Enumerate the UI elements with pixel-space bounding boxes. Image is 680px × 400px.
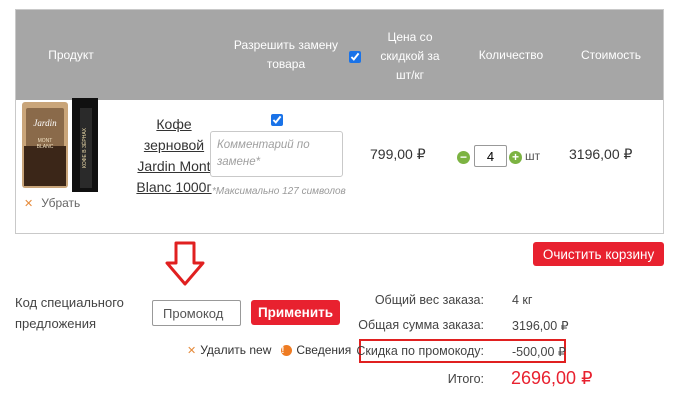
summary-discount-value: -500,00 ₽ bbox=[512, 345, 566, 359]
quantity-unit: шт bbox=[525, 149, 541, 163]
promo-actions: ✕ Удалить new ! Сведения bbox=[187, 343, 351, 357]
header-replace-line1: Разрешить замену bbox=[233, 38, 339, 52]
package-coffee-beans bbox=[24, 146, 66, 186]
remove-x-icon: ✕ bbox=[24, 197, 34, 210]
item-cost: 3196,00 ₽ bbox=[569, 146, 633, 162]
quantity-plus-button[interactable]: + bbox=[509, 151, 522, 164]
header-quantity: Количество bbox=[478, 48, 544, 62]
package-brand: Jardin bbox=[33, 118, 57, 128]
summary-sum-label: Общая сумма заказа: bbox=[358, 318, 484, 332]
delete-promo-link[interactable]: ✕ Удалить new bbox=[187, 343, 271, 357]
replace-all-checkbox[interactable] bbox=[349, 51, 361, 66]
clear-cart-button[interactable]: Очистить корзину bbox=[533, 242, 664, 266]
promo-code-label: Код специального предложения bbox=[15, 292, 145, 334]
promo-label-line2: предложения bbox=[15, 316, 97, 331]
header-price-line1: Цена со bbox=[387, 30, 433, 44]
remove-label: Убрать bbox=[41, 196, 81, 210]
promo-label-line1: Код специального bbox=[15, 295, 124, 310]
summary-weight-value: 4 кг bbox=[512, 293, 533, 307]
quantity-minus-button[interactable]: − bbox=[457, 151, 470, 164]
header-replace-line2: товара bbox=[266, 57, 306, 71]
header-product: Продукт bbox=[48, 48, 94, 62]
product-name-line3: Jardin Mont bbox=[137, 158, 211, 174]
quantity-input[interactable] bbox=[474, 145, 507, 167]
info-icon: ! bbox=[281, 344, 293, 356]
promo-info-label: Сведения bbox=[296, 343, 352, 357]
cart-table: Продукт Разрешить замену товара Цена со … bbox=[15, 9, 664, 234]
package-name-2: BLANC bbox=[37, 144, 54, 150]
product-name-line1: Кофе bbox=[156, 116, 192, 132]
header-price: Цена со скидкой за шт/кг bbox=[374, 28, 446, 85]
table-header: Продукт Разрешить замену товара Цена со … bbox=[16, 10, 663, 100]
apply-promo-button[interactable]: Применить bbox=[251, 300, 340, 325]
replacement-comment-input[interactable] bbox=[210, 131, 343, 177]
comment-max-note: *Максимально 127 символов bbox=[212, 186, 346, 197]
summary-sum-value: 3196,00 ₽ bbox=[512, 319, 569, 333]
summary-weight-label: Общий вес заказа: bbox=[374, 293, 484, 307]
delete-x-icon: ✕ bbox=[187, 344, 197, 357]
summary-discount-label: Скидка по промокоду: bbox=[356, 344, 484, 358]
summary-total-label: Итого: bbox=[447, 372, 484, 386]
product-name-link[interactable]: Кофе зерновой Jardin Mont Blanc 1000г bbox=[124, 114, 224, 198]
down-arrow-icon bbox=[165, 241, 205, 286]
promo-info-link[interactable]: ! Сведения bbox=[281, 343, 351, 357]
remove-item-button[interactable]: ✕ Убрать bbox=[24, 196, 80, 210]
delete-promo-label: Удалить new bbox=[200, 343, 272, 357]
header-cost: Стоимость bbox=[580, 48, 642, 62]
item-price: 799,00 ₽ bbox=[370, 146, 426, 162]
summary-total-value: 2696,00 ₽ bbox=[511, 368, 593, 388]
product-name-line2: зерновой bbox=[143, 137, 205, 153]
promo-code-input[interactable] bbox=[152, 300, 241, 326]
package-side-text: КОФЕ В ЗЁРНАХ bbox=[81, 127, 88, 168]
replace-item-checkbox[interactable] bbox=[271, 113, 283, 131]
header-replace: Разрешить замену товара bbox=[226, 36, 346, 74]
product-image[interactable]: Jardin MONT BLANC КОФЕ В ЗЁРНАХ bbox=[20, 98, 100, 192]
header-price-line2: скидкой за bbox=[380, 49, 440, 63]
header-price-line3: шт/кг bbox=[395, 68, 425, 82]
product-name-line4: Blanc 1000г bbox=[136, 179, 212, 195]
